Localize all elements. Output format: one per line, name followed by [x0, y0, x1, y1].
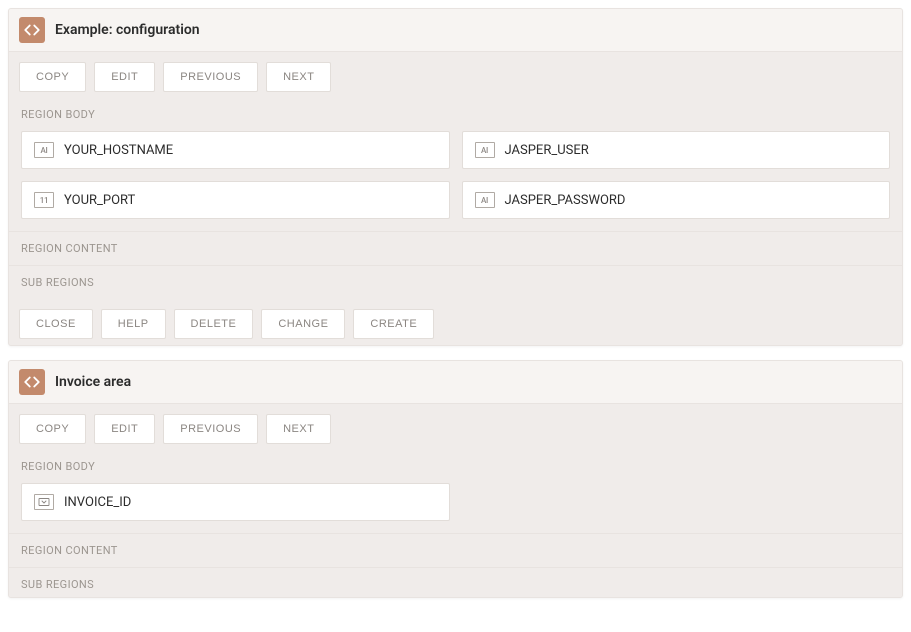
- field-label: YOUR_HOSTNAME: [64, 143, 173, 158]
- region-body-label: REGION BODY: [9, 450, 902, 483]
- copy-button[interactable]: COPY: [19, 62, 86, 92]
- field-jasper-password[interactable]: AI JASPER_PASSWORD: [462, 181, 891, 219]
- bottom-toolbar: CLOSE HELP DELETE CHANGE CREATE: [9, 299, 902, 345]
- previous-button[interactable]: PREVIOUS: [163, 62, 258, 92]
- top-toolbar: COPY EDIT PREVIOUS NEXT: [9, 404, 902, 450]
- text-type-icon: AI: [475, 142, 495, 158]
- panel-header: Example: configuration: [9, 9, 902, 52]
- field-label: YOUR_PORT: [64, 193, 135, 208]
- text-type-icon: AI: [475, 192, 495, 208]
- edit-button[interactable]: EDIT: [94, 414, 155, 444]
- field-label: JASPER_PASSWORD: [505, 193, 626, 208]
- field-label: JASPER_USER: [505, 143, 589, 158]
- fields-grid: AI YOUR_HOSTNAME AI JASPER_USER 11 YOUR_…: [9, 131, 902, 231]
- change-button[interactable]: CHANGE: [261, 309, 345, 339]
- next-button[interactable]: NEXT: [266, 414, 331, 444]
- field-your-hostname[interactable]: AI YOUR_HOSTNAME: [21, 131, 450, 169]
- create-button[interactable]: CREATE: [353, 309, 434, 339]
- edit-button[interactable]: EDIT: [94, 62, 155, 92]
- previous-button[interactable]: PREVIOUS: [163, 414, 258, 444]
- delete-button[interactable]: DELETE: [174, 309, 254, 339]
- next-button[interactable]: NEXT: [266, 62, 331, 92]
- field-jasper-user[interactable]: AI JASPER_USER: [462, 131, 891, 169]
- code-icon: [19, 17, 45, 43]
- text-type-icon: AI: [34, 142, 54, 158]
- region-content-label: REGION CONTENT: [9, 231, 902, 265]
- panel-invoice-area: Invoice area COPY EDIT PREVIOUS NEXT REG…: [8, 360, 903, 598]
- panel-configuration: Example: configuration COPY EDIT PREVIOU…: [8, 8, 903, 346]
- panel-title: Example: configuration: [55, 22, 200, 38]
- panel-header: Invoice area: [9, 361, 902, 404]
- fields-grid: INVOICE_ID: [9, 483, 902, 533]
- number-type-icon: 11: [34, 192, 54, 208]
- top-toolbar: COPY EDIT PREVIOUS NEXT: [9, 52, 902, 98]
- code-icon: [19, 369, 45, 395]
- field-invoice-id[interactable]: INVOICE_ID: [21, 483, 450, 521]
- select-type-icon: [34, 494, 54, 510]
- panel-title: Invoice area: [55, 374, 131, 390]
- close-button[interactable]: CLOSE: [19, 309, 93, 339]
- sub-regions-label: SUB REGIONS: [9, 567, 902, 598]
- copy-button[interactable]: COPY: [19, 414, 86, 444]
- field-label: INVOICE_ID: [64, 495, 131, 510]
- sub-regions-label: SUB REGIONS: [9, 265, 902, 299]
- help-button[interactable]: HELP: [101, 309, 166, 339]
- region-content-label: REGION CONTENT: [9, 533, 902, 567]
- region-body-label: REGION BODY: [9, 98, 902, 131]
- field-your-port[interactable]: 11 YOUR_PORT: [21, 181, 450, 219]
